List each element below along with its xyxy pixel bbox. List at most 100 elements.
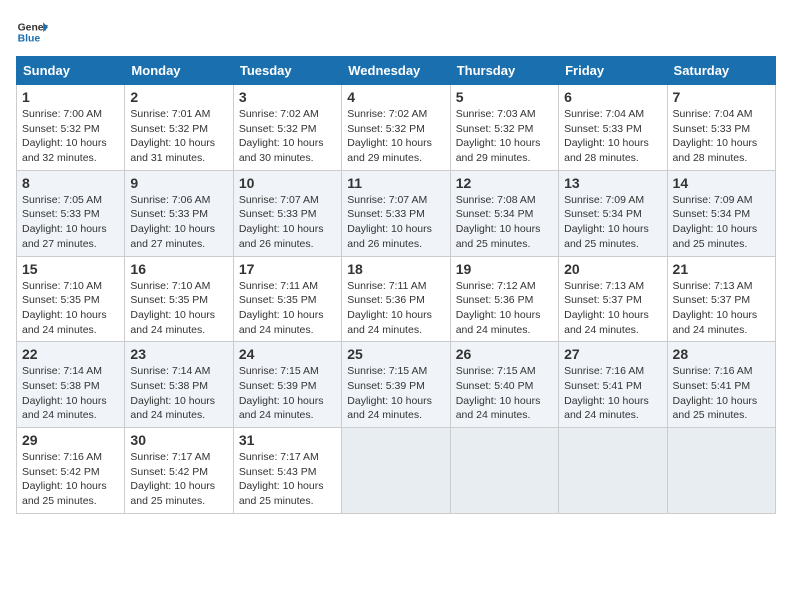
weekday-header-thursday: Thursday: [450, 57, 558, 85]
day-info: Sunrise: 7:05 AM Sunset: 5:33 PM Dayligh…: [22, 193, 119, 252]
day-number: 31: [239, 432, 336, 448]
day-number: 3: [239, 89, 336, 105]
calendar-cell: 12 Sunrise: 7:08 AM Sunset: 5:34 PM Dayl…: [450, 170, 558, 256]
calendar-cell: 29 Sunrise: 7:16 AM Sunset: 5:42 PM Dayl…: [17, 428, 125, 514]
svg-text:Blue: Blue: [18, 34, 41, 45]
calendar-cell: 28 Sunrise: 7:16 AM Sunset: 5:41 PM Dayl…: [667, 342, 775, 428]
calendar-cell: 27 Sunrise: 7:16 AM Sunset: 5:41 PM Dayl…: [559, 342, 667, 428]
calendar-cell: 16 Sunrise: 7:10 AM Sunset: 5:35 PM Dayl…: [125, 256, 233, 342]
calendar-cell: 25 Sunrise: 7:15 AM Sunset: 5:39 PM Dayl…: [342, 342, 450, 428]
page-header: General Blue: [16, 16, 776, 48]
calendar-cell: [559, 428, 667, 514]
calendar-cell: 7 Sunrise: 7:04 AM Sunset: 5:33 PM Dayli…: [667, 85, 775, 171]
calendar-week-1: 1 Sunrise: 7:00 AM Sunset: 5:32 PM Dayli…: [17, 85, 776, 171]
calendar-cell: 18 Sunrise: 7:11 AM Sunset: 5:36 PM Dayl…: [342, 256, 450, 342]
day-info: Sunrise: 7:07 AM Sunset: 5:33 PM Dayligh…: [239, 193, 336, 252]
calendar-cell: 20 Sunrise: 7:13 AM Sunset: 5:37 PM Dayl…: [559, 256, 667, 342]
weekday-header-saturday: Saturday: [667, 57, 775, 85]
day-info: Sunrise: 7:16 AM Sunset: 5:41 PM Dayligh…: [673, 364, 770, 423]
calendar-cell: 15 Sunrise: 7:10 AM Sunset: 5:35 PM Dayl…: [17, 256, 125, 342]
calendar-cell: 11 Sunrise: 7:07 AM Sunset: 5:33 PM Dayl…: [342, 170, 450, 256]
day-number: 1: [22, 89, 119, 105]
calendar-cell: [667, 428, 775, 514]
day-number: 28: [673, 346, 770, 362]
calendar-cell: [450, 428, 558, 514]
calendar-cell: 6 Sunrise: 7:04 AM Sunset: 5:33 PM Dayli…: [559, 85, 667, 171]
day-number: 17: [239, 261, 336, 277]
day-info: Sunrise: 7:09 AM Sunset: 5:34 PM Dayligh…: [673, 193, 770, 252]
day-number: 11: [347, 175, 444, 191]
day-number: 6: [564, 89, 661, 105]
calendar-week-3: 15 Sunrise: 7:10 AM Sunset: 5:35 PM Dayl…: [17, 256, 776, 342]
day-info: Sunrise: 7:04 AM Sunset: 5:33 PM Dayligh…: [673, 107, 770, 166]
day-info: Sunrise: 7:14 AM Sunset: 5:38 PM Dayligh…: [130, 364, 227, 423]
day-number: 10: [239, 175, 336, 191]
calendar-cell: 31 Sunrise: 7:17 AM Sunset: 5:43 PM Dayl…: [233, 428, 341, 514]
calendar-header: SundayMondayTuesdayWednesdayThursdayFrid…: [17, 57, 776, 85]
day-info: Sunrise: 7:13 AM Sunset: 5:37 PM Dayligh…: [673, 279, 770, 338]
day-number: 13: [564, 175, 661, 191]
calendar-week-4: 22 Sunrise: 7:14 AM Sunset: 5:38 PM Dayl…: [17, 342, 776, 428]
logo-icon: General Blue: [16, 16, 48, 48]
calendar-week-2: 8 Sunrise: 7:05 AM Sunset: 5:33 PM Dayli…: [17, 170, 776, 256]
weekday-header-friday: Friday: [559, 57, 667, 85]
day-info: Sunrise: 7:06 AM Sunset: 5:33 PM Dayligh…: [130, 193, 227, 252]
day-info: Sunrise: 7:12 AM Sunset: 5:36 PM Dayligh…: [456, 279, 553, 338]
day-info: Sunrise: 7:16 AM Sunset: 5:41 PM Dayligh…: [564, 364, 661, 423]
calendar-table: SundayMondayTuesdayWednesdayThursdayFrid…: [16, 56, 776, 514]
day-number: 24: [239, 346, 336, 362]
weekday-header-monday: Monday: [125, 57, 233, 85]
weekday-header-sunday: Sunday: [17, 57, 125, 85]
calendar-cell: 4 Sunrise: 7:02 AM Sunset: 5:32 PM Dayli…: [342, 85, 450, 171]
calendar-cell: 3 Sunrise: 7:02 AM Sunset: 5:32 PM Dayli…: [233, 85, 341, 171]
day-number: 29: [22, 432, 119, 448]
day-info: Sunrise: 7:17 AM Sunset: 5:43 PM Dayligh…: [239, 450, 336, 509]
day-number: 4: [347, 89, 444, 105]
day-number: 14: [673, 175, 770, 191]
day-number: 8: [22, 175, 119, 191]
day-info: Sunrise: 7:15 AM Sunset: 5:39 PM Dayligh…: [239, 364, 336, 423]
calendar-cell: 22 Sunrise: 7:14 AM Sunset: 5:38 PM Dayl…: [17, 342, 125, 428]
calendar-cell: [342, 428, 450, 514]
calendar-cell: 17 Sunrise: 7:11 AM Sunset: 5:35 PM Dayl…: [233, 256, 341, 342]
day-number: 19: [456, 261, 553, 277]
day-info: Sunrise: 7:13 AM Sunset: 5:37 PM Dayligh…: [564, 279, 661, 338]
day-number: 15: [22, 261, 119, 277]
logo: General Blue: [16, 16, 48, 48]
day-info: Sunrise: 7:11 AM Sunset: 5:36 PM Dayligh…: [347, 279, 444, 338]
calendar-cell: 19 Sunrise: 7:12 AM Sunset: 5:36 PM Dayl…: [450, 256, 558, 342]
day-info: Sunrise: 7:14 AM Sunset: 5:38 PM Dayligh…: [22, 364, 119, 423]
calendar-cell: 2 Sunrise: 7:01 AM Sunset: 5:32 PM Dayli…: [125, 85, 233, 171]
calendar-cell: 9 Sunrise: 7:06 AM Sunset: 5:33 PM Dayli…: [125, 170, 233, 256]
day-number: 5: [456, 89, 553, 105]
day-info: Sunrise: 7:02 AM Sunset: 5:32 PM Dayligh…: [239, 107, 336, 166]
day-info: Sunrise: 7:03 AM Sunset: 5:32 PM Dayligh…: [456, 107, 553, 166]
day-number: 12: [456, 175, 553, 191]
day-number: 30: [130, 432, 227, 448]
calendar-cell: 14 Sunrise: 7:09 AM Sunset: 5:34 PM Dayl…: [667, 170, 775, 256]
calendar-cell: 13 Sunrise: 7:09 AM Sunset: 5:34 PM Dayl…: [559, 170, 667, 256]
calendar-cell: 26 Sunrise: 7:15 AM Sunset: 5:40 PM Dayl…: [450, 342, 558, 428]
day-info: Sunrise: 7:02 AM Sunset: 5:32 PM Dayligh…: [347, 107, 444, 166]
day-number: 7: [673, 89, 770, 105]
calendar-cell: 23 Sunrise: 7:14 AM Sunset: 5:38 PM Dayl…: [125, 342, 233, 428]
day-info: Sunrise: 7:09 AM Sunset: 5:34 PM Dayligh…: [564, 193, 661, 252]
day-info: Sunrise: 7:01 AM Sunset: 5:32 PM Dayligh…: [130, 107, 227, 166]
day-info: Sunrise: 7:07 AM Sunset: 5:33 PM Dayligh…: [347, 193, 444, 252]
calendar-cell: 10 Sunrise: 7:07 AM Sunset: 5:33 PM Dayl…: [233, 170, 341, 256]
calendar-cell: 5 Sunrise: 7:03 AM Sunset: 5:32 PM Dayli…: [450, 85, 558, 171]
day-number: 25: [347, 346, 444, 362]
day-info: Sunrise: 7:04 AM Sunset: 5:33 PM Dayligh…: [564, 107, 661, 166]
day-number: 27: [564, 346, 661, 362]
day-number: 22: [22, 346, 119, 362]
day-number: 26: [456, 346, 553, 362]
day-number: 2: [130, 89, 227, 105]
calendar-cell: 1 Sunrise: 7:00 AM Sunset: 5:32 PM Dayli…: [17, 85, 125, 171]
day-info: Sunrise: 7:16 AM Sunset: 5:42 PM Dayligh…: [22, 450, 119, 509]
calendar-week-5: 29 Sunrise: 7:16 AM Sunset: 5:42 PM Dayl…: [17, 428, 776, 514]
day-number: 23: [130, 346, 227, 362]
day-info: Sunrise: 7:17 AM Sunset: 5:42 PM Dayligh…: [130, 450, 227, 509]
weekday-header-wednesday: Wednesday: [342, 57, 450, 85]
calendar-cell: 24 Sunrise: 7:15 AM Sunset: 5:39 PM Dayl…: [233, 342, 341, 428]
day-info: Sunrise: 7:10 AM Sunset: 5:35 PM Dayligh…: [130, 279, 227, 338]
